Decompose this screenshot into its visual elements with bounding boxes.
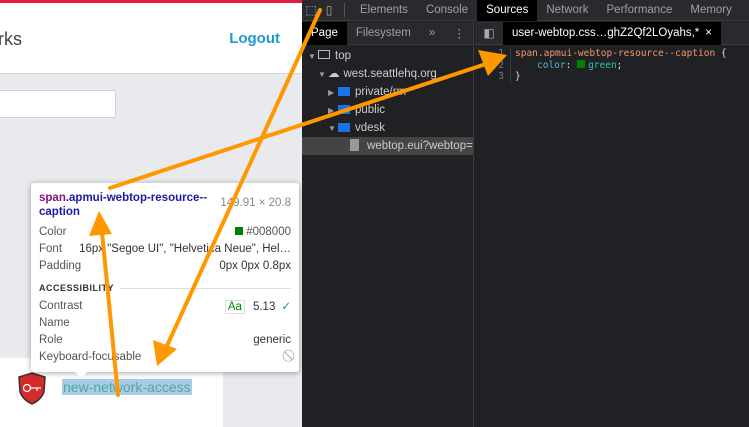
accessibility-heading: ACCESSIBILITY (39, 283, 291, 293)
line-number: 1 (498, 48, 504, 59)
resource-caption[interactable]: new-network-access (62, 379, 192, 395)
sources-navigator: Page Filesystem » ⋮ ▼ top ▼ ☁ west.seattleh… (302, 21, 474, 427)
brace-open: { (715, 48, 727, 59)
divider (344, 3, 345, 17)
row-value: generic (253, 333, 291, 346)
row-label: Name (39, 316, 70, 329)
tree-label: vdesk (355, 122, 386, 134)
logout-link[interactable]: Logout (229, 30, 280, 47)
color-row: Color #008000 (39, 223, 291, 240)
selector-tag: span (39, 192, 66, 204)
tree-label: west.seattlehq.org (343, 68, 437, 80)
device-toolbar-icon[interactable]: ▯ (320, 0, 338, 21)
css-value: green (588, 59, 617, 71)
expanded-triangle-icon: ▼ (318, 70, 326, 79)
tree-label: private/rm (355, 86, 407, 98)
search-input[interactable] (0, 90, 116, 118)
tab-page[interactable]: Page (302, 21, 347, 45)
row-label: Color (39, 225, 67, 238)
role-row: Role generic (39, 331, 291, 348)
close-icon[interactable]: × (705, 27, 712, 39)
tree-item-folder[interactable]: ▶ public (302, 101, 473, 119)
cloud-icon: ☁ (328, 68, 340, 80)
frame-icon (318, 50, 330, 59)
row-value: 0px 0px 0.8px (219, 259, 291, 272)
tab-sources[interactable]: Sources (477, 0, 538, 21)
tree-item-file[interactable]: webtop.eui?webtop=/ (302, 137, 473, 155)
collapsed-triangle-icon: ▶ (328, 106, 335, 115)
element-size: 149.91 × 20.8 (220, 197, 291, 209)
tab-console[interactable]: Console (417, 0, 477, 21)
tree-item-folder[interactable]: ▼ vdesk (302, 119, 473, 137)
row-value: 16px "Segoe UI", "Helvetica Neue", Hel… (79, 242, 291, 255)
tab-network[interactable]: Network (537, 0, 597, 21)
row-label: Contrast (39, 299, 83, 312)
tree-item-folder[interactable]: ▶ private/rm (302, 83, 473, 101)
line-number: 3 (498, 71, 504, 82)
network-access-shield-icon (18, 372, 46, 405)
name-row: Name (39, 314, 291, 331)
color-swatch (235, 226, 244, 235)
line-number: 2 (498, 59, 504, 71)
folder-icon (338, 105, 350, 114)
navigator-tabs: Page Filesystem » ⋮ (302, 21, 474, 45)
tree-item-top[interactable]: ▼ top (302, 47, 473, 65)
tree-label: webtop.eui?webtop=/ (367, 140, 473, 152)
code-area[interactable]: 123 span.apmui-webtop-resource--caption … (475, 45, 749, 83)
font-row: Font 16px "Segoe UI", "Helvetica Neue", H… (39, 240, 291, 257)
brace-close: } (515, 71, 521, 82)
devtools-panel: ⬚ ▯ Elements Console Sources Network Per… (302, 0, 749, 427)
tooltip-selector: span.apmui-webtop-resource--caption (39, 191, 229, 219)
tab-filesystem[interactable]: Filesystem (347, 23, 420, 44)
row-value: #008000 (246, 225, 291, 238)
header: rks Logout (0, 3, 302, 74)
contrast-row: Contrast Aa 5.13 ✓ (39, 297, 291, 314)
collapsed-triangle-icon: ▶ (328, 88, 335, 97)
row-label: Role (39, 333, 63, 346)
padding-row: Padding 0px 0px 0.8px (39, 257, 291, 274)
file-tab-label: user-webtop.css…ghZ2Qf2LOyahs,* (512, 26, 700, 39)
tab-memory[interactable]: Memory (681, 0, 741, 21)
code-editor: ◧ user-webtop.css…ghZ2Qf2LOyahs,* × 123 s… (475, 21, 749, 427)
line-gutter: 123 (475, 48, 511, 83)
brand-title: rks (0, 29, 22, 49)
row-label: Keyboard-focusable (39, 350, 142, 363)
tab-elements[interactable]: Elements (351, 0, 417, 21)
css-property: color (537, 59, 566, 71)
toggle-navigator-icon[interactable]: ◧ (475, 23, 503, 44)
kebab-menu-icon[interactable]: ⋮ (454, 26, 474, 40)
inspect-element-icon[interactable]: ⬚ (302, 0, 320, 21)
tab-performance[interactable]: Performance (598, 0, 682, 21)
tree-item-domain[interactable]: ▼ ☁ west.seattlehq.org (302, 65, 473, 83)
row-label: Padding (39, 259, 82, 272)
color-swatch[interactable] (577, 59, 586, 68)
css-selector: span.apmui-webtop-resource--caption (515, 48, 716, 59)
row-label: Font (39, 242, 63, 255)
editor-tabs: ◧ user-webtop.css…ghZ2Qf2LOyahs,* × (475, 21, 749, 45)
keyboard-row: Keyboard-focusable⃠ (39, 348, 291, 365)
devtools-tabs: ⬚ ▯ Elements Console Sources Network Per… (302, 0, 749, 21)
folder-icon (338, 87, 350, 96)
expanded-triangle-icon: ▼ (328, 124, 336, 133)
tree-label: top (335, 50, 351, 62)
more-tabs-button[interactable]: » (420, 23, 444, 44)
file-icon (350, 139, 359, 151)
contrast-badge: Aa (224, 299, 245, 314)
folder-icon (338, 123, 350, 132)
tree-label: public (355, 104, 386, 116)
contrast-value: 5.13 (252, 300, 276, 313)
check-circle-icon: ✓ (281, 300, 291, 313)
file-tree: ▼ top ▼ ☁ west.seattlehq.org ▶ private/rm ▶ p… (302, 45, 473, 155)
file-tab[interactable]: user-webtop.css…ghZ2Qf2LOyahs,* × (503, 21, 721, 45)
inspect-tooltip: span.apmui-webtop-resource--caption 149.… (31, 183, 299, 378)
expanded-triangle-icon: ▼ (308, 52, 316, 61)
